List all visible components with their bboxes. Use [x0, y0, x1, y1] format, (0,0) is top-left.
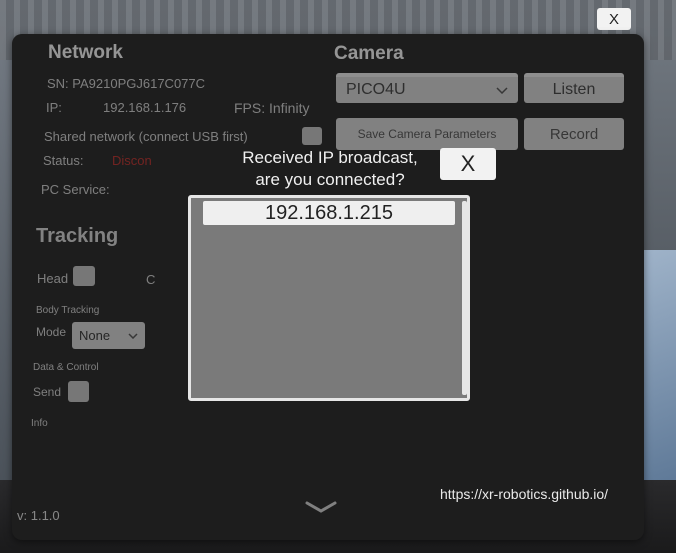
- close-window-button[interactable]: X: [597, 8, 631, 30]
- background-monitor: [640, 250, 676, 500]
- dialog-close-button[interactable]: X: [440, 148, 496, 180]
- project-url-link[interactable]: https://xr-robotics.github.io/: [440, 486, 608, 502]
- ip-list-scrollbar[interactable]: [462, 201, 467, 395]
- ip-list: 192.168.1.215: [188, 195, 470, 401]
- ip-broadcast-dialog-title: Received IP broadcast, are you connected…: [242, 148, 418, 189]
- ip-list-item[interactable]: 192.168.1.215: [203, 201, 455, 225]
